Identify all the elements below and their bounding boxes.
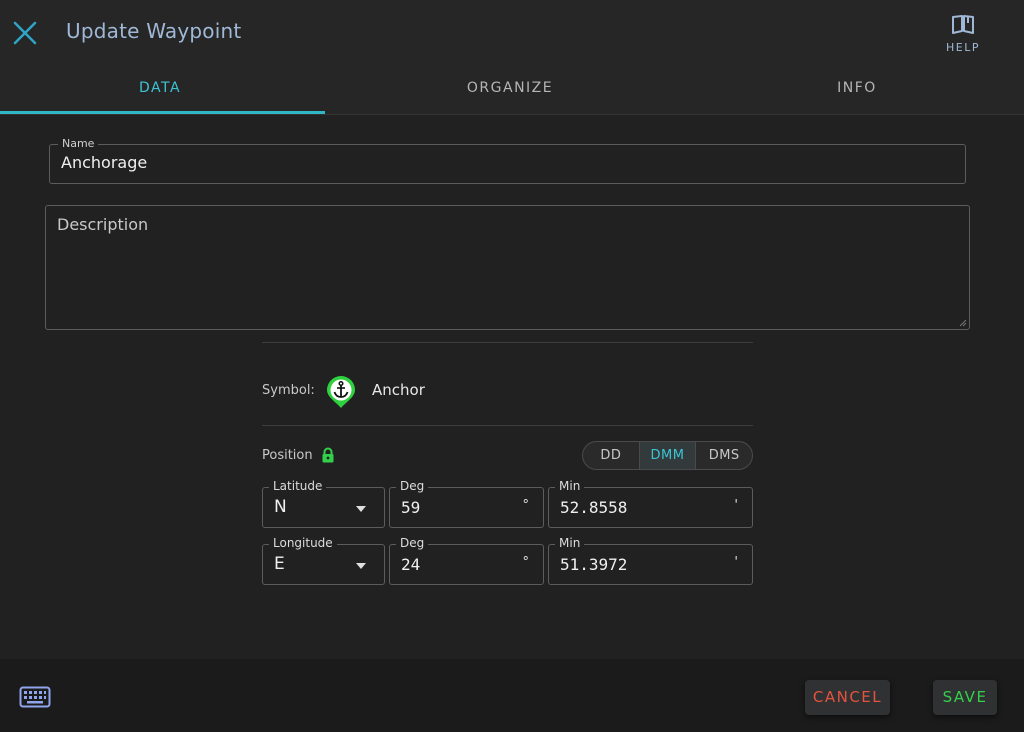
anchor-icon	[327, 376, 355, 408]
longitude-minutes: 51.3972	[560, 555, 628, 574]
longitude-hemisphere-select[interactable]: Longitude E	[262, 536, 385, 585]
help-button[interactable]: HELP	[940, 14, 986, 56]
dialog-footer: CANCEL SAVE	[0, 659, 1024, 732]
resize-grip-icon[interactable]	[959, 319, 967, 327]
close-button[interactable]	[10, 18, 40, 48]
tab-organize[interactable]: ORGANIZE	[350, 80, 670, 114]
description-placeholder: Description	[57, 215, 149, 234]
minute-unit: '	[734, 498, 738, 513]
active-tab-indicator	[0, 111, 325, 114]
cancel-button[interactable]: CANCEL	[805, 680, 890, 715]
longitude-min-label: Min	[555, 536, 585, 550]
latitude-degrees: 59	[401, 498, 421, 517]
longitude-label: Longitude	[269, 536, 337, 550]
latitude-deg-label: Deg	[396, 479, 429, 493]
latitude-minutes: 52.8558	[560, 498, 628, 517]
symbol-label: Symbol:	[262, 383, 315, 398]
tab-info-label: INFO	[837, 80, 877, 96]
symbol-picker[interactable]	[325, 375, 357, 409]
minute-unit: '	[734, 555, 738, 570]
tab-info[interactable]: INFO	[697, 80, 1017, 114]
chevron-down-icon	[356, 506, 366, 512]
keyboard-icon	[19, 686, 51, 708]
degree-unit: °	[522, 555, 530, 570]
close-icon	[13, 21, 37, 45]
name-value: Anchorage	[61, 153, 148, 172]
tab-data[interactable]: DATA	[0, 80, 320, 114]
name-field-label: Name	[58, 137, 99, 151]
format-dd-button[interactable]: DD	[583, 442, 640, 469]
latitude-min-label: Min	[555, 479, 585, 493]
tab-organize-label: ORGANIZE	[466, 80, 554, 96]
description-field[interactable]: Description	[45, 205, 970, 330]
position-format-toggle: DD DMM DMS	[582, 441, 753, 470]
longitude-hemisphere: E	[274, 554, 285, 574]
section-divider	[262, 342, 753, 343]
format-dmm-button[interactable]: DMM	[639, 442, 697, 469]
longitude-degrees-field[interactable]: Deg 24 °	[389, 536, 544, 585]
dialog-header: Update Waypoint HELP DATA ORGANIZE INFO	[0, 0, 1024, 115]
lock-icon[interactable]	[321, 447, 335, 464]
keyboard-button[interactable]	[19, 686, 51, 708]
latitude-degrees-field[interactable]: Deg 59 °	[389, 479, 544, 528]
degree-unit: °	[522, 498, 530, 513]
dialog-title: Update Waypoint	[66, 19, 242, 43]
position-label: Position	[262, 448, 313, 463]
chevron-down-icon	[356, 563, 366, 569]
longitude-degrees: 24	[401, 555, 421, 574]
book-icon	[952, 15, 974, 34]
latitude-minutes-field[interactable]: Min 52.8558 '	[548, 479, 753, 528]
help-label: HELP	[946, 41, 980, 54]
name-field[interactable]: Name Anchorage	[49, 137, 966, 184]
save-button[interactable]: SAVE	[933, 680, 997, 715]
tab-data-label: DATA	[138, 80, 182, 96]
section-divider	[262, 425, 753, 426]
symbol-name: Anchor	[372, 381, 425, 399]
latitude-hemisphere-select[interactable]: Latitude N	[262, 479, 385, 528]
latitude-hemisphere: N	[274, 497, 287, 517]
format-dms-button[interactable]: DMS	[696, 442, 752, 469]
longitude-deg-label: Deg	[396, 536, 429, 550]
longitude-minutes-field[interactable]: Min 51.3972 '	[548, 536, 753, 585]
latitude-label: Latitude	[269, 479, 327, 493]
